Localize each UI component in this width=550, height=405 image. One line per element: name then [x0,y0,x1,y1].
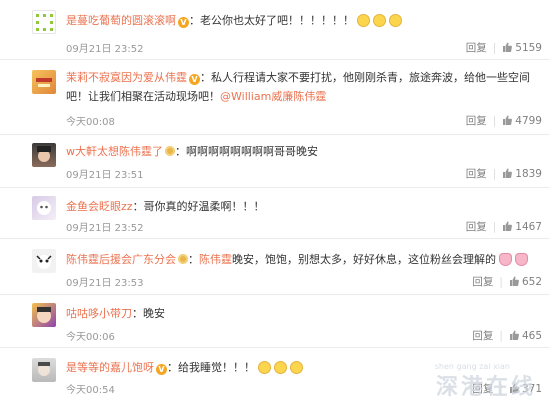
mention-link[interactable]: 陈伟霆 [199,253,232,266]
comment-list: 是蔓吃葡萄的圆滚滚啊 V ：老公你也太好了吧！！！！！！ 09月21日 23:52 … [0,0,550,405]
username-link[interactable]: 茉莉不寂寞因为爱从伟霆 [66,71,187,84]
comment-body: 晚安，饱饱，别想太多，好好休息，这位粉丝会理解的 [232,253,496,266]
thumbs-up-icon [503,221,513,231]
comment-time: 09月21日 23:52 [66,44,144,55]
comment-time: 09月21日 23:51 [66,170,144,181]
reply-button[interactable]: 回复 [466,221,487,233]
divider: | [492,42,497,54]
pig-emoji-icon [515,253,528,266]
like-button[interactable]: 1839 [502,168,542,180]
divider: | [499,330,503,342]
thumbs-up-icon [509,276,519,286]
comment-item: w大軒太想陈伟霆了 ：啊啊啊啊啊啊啊啊哥哥晚安 09月21日 23:51 回复 | 1… [0,135,550,188]
medal-icon [165,146,175,156]
mention-link[interactable]: @William威廉陈伟霆 [220,90,326,103]
comment-time: 今天00:08 [66,117,115,128]
comment-body: ：晚安 [132,307,165,320]
comment-actions: 回复 | 652 [472,274,542,289]
comment-body: ：啊啊啊啊啊啊啊啊哥哥晚安 [175,145,318,158]
divider: | [492,168,497,180]
sleepy-emoji-icon [290,361,303,374]
like-button[interactable]: 5159 [502,42,542,54]
avatar[interactable] [32,143,56,167]
like-count: 1839 [515,168,542,180]
comment-actions: 回复 | 465 [472,328,542,343]
sleepy-emoji-icon [274,361,287,374]
verified-icon: V [189,74,200,85]
verified-icon: V [178,17,189,28]
divider: | [499,276,503,288]
comment-body: ： [188,253,199,266]
reply-button[interactable]: 回复 [472,330,493,342]
like-count: 4799 [515,115,542,127]
comment-item: 金鱼会眨眼zz：哥你真的好温柔啊！！！ 09月21日 23:52 回复 | 1467 [0,188,550,239]
reply-button[interactable]: 回复 [472,276,493,288]
comment-time: 今天00:06 [66,332,115,343]
avatar[interactable] [32,10,56,34]
avatar[interactable] [32,196,56,220]
verified-icon: V [156,364,167,375]
reply-button[interactable]: 回复 [466,168,487,180]
divider: | [492,221,497,233]
comment-actions: 回复 | 1839 [466,166,542,181]
laugh-emoji-icon [357,14,370,27]
like-count: 1467 [515,221,542,233]
comment-text: 金鱼会眨眼zz：哥你真的好温柔啊！！！ [66,198,542,216]
thumbs-up-icon [503,42,513,52]
comment-actions: 回复 | 5159 [466,40,542,55]
laugh-emoji-icon [373,14,386,27]
comment-actions: 回复 | 1467 [466,219,542,234]
username-link[interactable]: 咕咕哆小带刀 [66,307,132,320]
like-button[interactable]: 652 [509,276,542,288]
thumbs-up-icon [503,168,513,178]
like-button[interactable]: 4799 [502,115,542,127]
username-link[interactable]: w大軒太想陈伟霆了 [66,145,163,158]
watermark-logo: 深港在线 [435,375,536,400]
avatar[interactable] [32,358,56,382]
comment-body: ：老公你也太好了吧！！！！！！ [189,14,354,27]
pig-emoji-icon [499,253,512,266]
comment-time: 今天00:54 [66,385,115,396]
divider: | [492,115,497,127]
comment-item: 茉莉不寂寞因为爱从伟霆 V ：私人行程请大家不要打扰，他刚刚杀青，旅途奔波，给他一些… [0,60,550,135]
comment-item: 陈伟霆后援会广东分会 ：陈伟霆晚安，饱饱，别想太多，好好休息，这位粉丝会理解的 0… [0,239,550,295]
comment-time: 09月21日 23:53 [66,278,144,289]
username-link[interactable]: 金鱼会眨眼zz [66,200,133,213]
like-count: 465 [521,330,542,342]
username-link[interactable]: 是蔓吃葡萄的圆滚滚啊 [66,14,176,27]
avatar[interactable] [32,70,56,94]
comment-text: 咕咕哆小带刀：晚安 [66,305,542,323]
medal-icon [178,254,188,264]
username-link[interactable]: 是等等的嘉儿饱呀 [66,361,154,374]
comment-time: 09月21日 23:52 [66,223,144,234]
like-count: 652 [521,276,542,288]
comment-body: ：给我睡觉！！！ [167,361,255,374]
laugh-emoji-icon [389,14,402,27]
thumbs-up-icon [509,330,519,340]
comment-text: w大軒太想陈伟霆了 ：啊啊啊啊啊啊啊啊哥哥晚安 [66,143,542,161]
reply-button[interactable]: 回复 [466,42,487,54]
reply-button[interactable]: 回复 [466,115,487,127]
comment-text: 是蔓吃葡萄的圆滚滚啊 V ：老公你也太好了吧！！！！！！ [66,12,542,30]
avatar[interactable] [32,303,56,327]
thumbs-up-icon [503,115,513,125]
like-count: 5159 [515,42,542,54]
comment-text: 茉莉不寂寞因为爱从伟霆 V ：私人行程请大家不要打扰，他刚刚杀青，旅途奔波，给他一些… [66,68,542,106]
comment-item: 咕咕哆小带刀：晚安 今天00:06 回复 | 465 [0,295,550,348]
username-link[interactable]: 陈伟霆后援会广东分会 [66,253,176,266]
like-button[interactable]: 465 [509,330,542,342]
comment-body: ：哥你真的好温柔啊！！！ [132,200,265,213]
avatar[interactable] [32,249,56,273]
comment-text: 陈伟霆后援会广东分会 ：陈伟霆晚安，饱饱，别想太多，好好休息，这位粉丝会理解的 [66,251,542,269]
like-button[interactable]: 1467 [502,221,542,233]
comment-actions: 回复 | 4799 [466,113,542,128]
sleepy-emoji-icon [258,361,271,374]
comment-item: 是蔓吃葡萄的圆滚滚啊 V ：老公你也太好了吧！！！！！！ 09月21日 23:52 … [0,0,550,60]
